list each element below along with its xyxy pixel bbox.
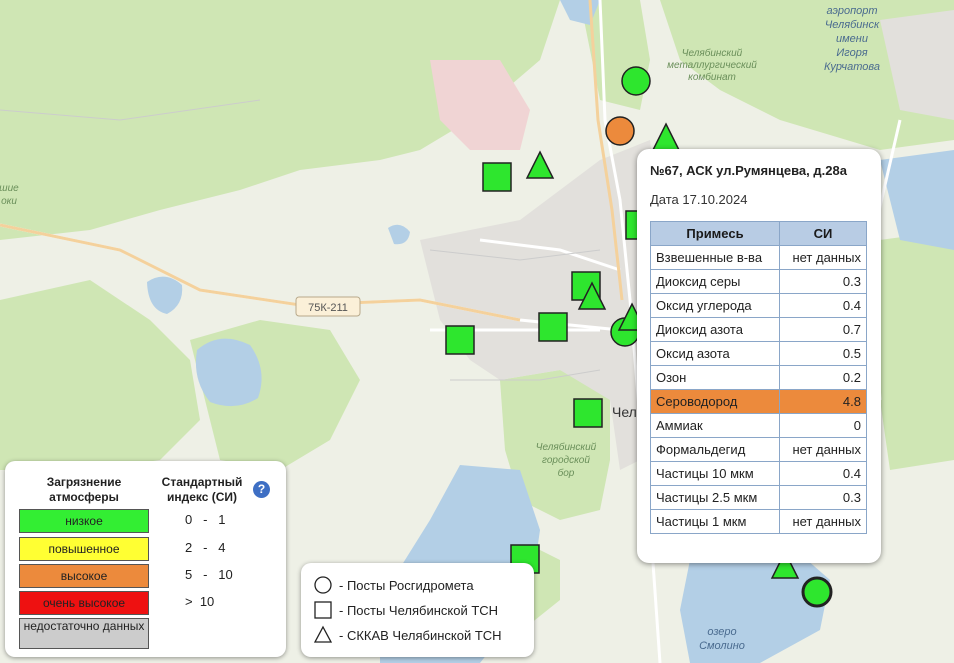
airport-label-line: Курчатова	[824, 61, 880, 73]
table-row: Озон 0.2	[650, 365, 867, 390]
legend-level-range: 5 - 10	[185, 567, 233, 582]
station-marker-square[interactable]	[445, 325, 475, 355]
table-row: Формальдегид нет данных	[650, 437, 867, 462]
left-edge-label-line: оки	[1, 196, 17, 207]
si-value: 0.4	[779, 461, 867, 486]
si-value: 0	[779, 413, 867, 438]
legend-level-range: 2 - 4	[185, 540, 226, 555]
legend-item-label: - Посты Челябинской ТСН	[339, 602, 499, 618]
legend-item-rosgidromet: - Посты Росгидромета	[313, 575, 474, 595]
pollutant-name: Частицы 10 мкм	[650, 461, 780, 486]
table-row: Оксид азота 0.5	[650, 341, 867, 366]
legend-level-swatch: недостаточно данных	[19, 618, 149, 649]
si-value: 0.3	[779, 485, 867, 510]
pollutant-name: Взвешенные в-ва	[650, 245, 780, 270]
popup-title: №67, АСК ул.Румянцева, д.28а	[650, 163, 847, 178]
legend-item-label: - СККАВ Челябинской ТСН	[339, 627, 502, 643]
left-edge-label-line: шие	[0, 183, 19, 194]
airport-label-line: Челябинск	[825, 19, 880, 31]
si-value: нет данных	[779, 245, 867, 270]
legend-level-range: > 10	[185, 594, 215, 609]
pollution-legend: Загрязнение атмосферы Стандартный индекс…	[5, 461, 286, 657]
lake-label-line: озеро	[707, 626, 736, 638]
legend-title-index: Стандартный индекс (СИ)	[161, 475, 243, 504]
forest-label-line: городской	[542, 455, 590, 466]
column-header-pollutant: Примесь	[650, 221, 780, 246]
table-row: Частицы 2.5 мкм 0.3	[650, 485, 867, 510]
pollutant-name: Оксид углерода	[650, 293, 780, 318]
legend-title-pollution: Загрязнение атмосферы	[46, 475, 122, 504]
pollutant-name: Формальдегид	[650, 437, 780, 462]
pollutant-name: Частицы 1 мкм	[650, 509, 780, 534]
pollutant-table: Примесь СИ Взвешенные в-ва нет данных Диок…	[650, 221, 867, 534]
pollutant-name: Диоксид азота	[650, 317, 780, 342]
table-row: Взвешенные в-ва нет данных	[650, 245, 867, 270]
svg-text:75К-211: 75К-211	[308, 302, 348, 314]
station-marker-circle[interactable]	[801, 576, 833, 608]
si-value: 0.2	[779, 365, 867, 390]
triangle-icon	[313, 625, 333, 643]
pollutant-name: Аммиак	[650, 413, 780, 438]
station-marker-circle[interactable]	[605, 116, 635, 146]
table-row: Аммиак 0	[650, 413, 867, 438]
legend-level-swatch: низкое	[19, 509, 149, 533]
circle-icon	[314, 576, 332, 594]
pollutant-name: Оксид азота	[650, 341, 780, 366]
column-header-si: СИ	[779, 221, 867, 246]
table-row: Частицы 10 мкм 0.4	[650, 461, 867, 486]
legend-level-range: 0 - 1	[185, 512, 226, 527]
si-value: 0.7	[779, 317, 867, 342]
si-value: 4.8	[779, 389, 867, 414]
pollutant-name: Сероводород	[650, 389, 780, 414]
popup-date: Дата 17.10.2024	[650, 192, 748, 207]
pollutant-name: Частицы 2.5 мкм	[650, 485, 780, 510]
si-value: 0.4	[779, 293, 867, 318]
plant-label-line: Челябинский	[682, 47, 743, 59]
forest-label-line: Челябинский	[536, 441, 597, 453]
airport-label-line: Игоря	[836, 47, 867, 59]
table-row: Оксид углерода 0.4	[650, 293, 867, 318]
pollutant-name: Озон	[650, 365, 780, 390]
si-value: 0.3	[779, 269, 867, 294]
legend-item-tsn-posts: - Посты Челябинской ТСН	[313, 600, 498, 620]
table-header-row: Примесь СИ	[650, 221, 867, 246]
si-value: 0.5	[779, 341, 867, 366]
plant-label-line: металлургический	[667, 60, 757, 71]
plant-label-line: комбинат	[688, 71, 736, 83]
legend-item-label: - Посты Росгидромета	[339, 577, 474, 593]
city-label: Чел	[612, 404, 637, 420]
station-marker-square[interactable]	[538, 312, 568, 342]
table-row: Частицы 1 мкм нет данных	[650, 509, 867, 534]
legend-level-swatch: очень высокое	[19, 591, 149, 615]
station-marker-circle[interactable]	[621, 66, 651, 96]
legend-item-skkav: - СККАВ Челябинской ТСН	[313, 625, 502, 645]
station-popup: №67, АСК ул.Румянцева, д.28а Дата 17.10.…	[637, 149, 881, 563]
si-value: нет данных	[779, 509, 867, 534]
airport-label-line: имени	[836, 33, 868, 45]
forest-label-line: бор	[558, 467, 575, 479]
si-value: нет данных	[779, 437, 867, 462]
road-shield-75k211: 75К-211	[295, 296, 361, 317]
lake-label-line: Смолино	[699, 640, 745, 652]
legend-level-swatch: повышенное	[19, 537, 149, 561]
legend-level-swatch: высокое	[19, 564, 149, 588]
table-row: Сероводород 4.8	[650, 389, 867, 414]
table-row: Диоксид азота 0.7	[650, 317, 867, 342]
symbol-legend: - Посты Росгидромета - Посты Челябинской…	[301, 563, 534, 657]
square-icon	[314, 601, 332, 619]
airport-label-line: аэропорт	[826, 5, 877, 17]
table-row: Диоксид серы 0.3	[650, 269, 867, 294]
question-icon[interactable]: ?	[253, 481, 270, 498]
pollutant-name: Диоксид серы	[650, 269, 780, 294]
station-marker-square[interactable]	[573, 398, 603, 428]
station-marker-square[interactable]	[482, 162, 512, 192]
